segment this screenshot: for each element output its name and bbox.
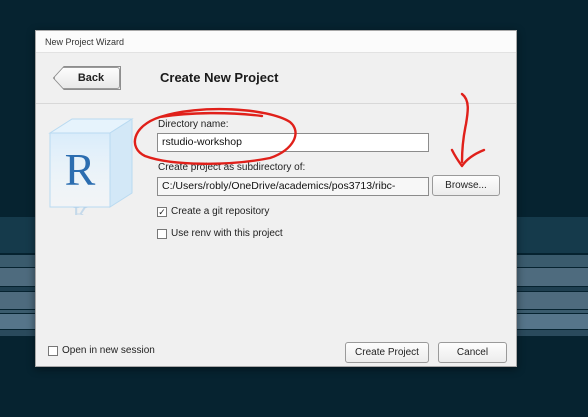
git-checkbox-label: Create a git repository — [171, 206, 270, 217]
directory-name-input[interactable]: rstudio-workshop — [157, 133, 429, 152]
new-project-dialog: New Project Wizard Back Create New Proje… — [35, 30, 517, 367]
subdirectory-label: Create project as subdirectory of: — [158, 162, 306, 173]
directory-name-label: Directory name: — [158, 119, 229, 130]
git-checkbox[interactable]: ✓ — [157, 206, 167, 217]
svg-text:R: R — [65, 144, 96, 195]
header-divider — [36, 103, 516, 104]
new-session-checkbox[interactable] — [48, 345, 58, 356]
browse-button[interactable]: Browse... — [432, 175, 500, 196]
create-project-button[interactable]: Create Project — [345, 342, 429, 363]
renv-checkbox[interactable] — [157, 228, 167, 239]
back-button[interactable]: Back — [54, 67, 120, 89]
svg-text:R: R — [73, 202, 88, 215]
renv-checkbox-row[interactable]: Use renv with this project — [157, 228, 283, 239]
new-session-checkbox-row[interactable]: Open in new session — [48, 345, 155, 356]
r-cube-icon: R R — [48, 118, 134, 215]
subdirectory-path-field[interactable]: C:/Users/robly/OneDrive/academics/pos371… — [157, 177, 429, 196]
cancel-button[interactable]: Cancel — [438, 342, 507, 363]
window-title: New Project Wizard — [36, 31, 516, 53]
wizard-title: Create New Project — [160, 70, 279, 85]
git-checkbox-row[interactable]: ✓ Create a git repository — [157, 206, 269, 217]
new-session-label: Open in new session — [62, 345, 155, 356]
renv-checkbox-label: Use renv with this project — [171, 228, 283, 239]
